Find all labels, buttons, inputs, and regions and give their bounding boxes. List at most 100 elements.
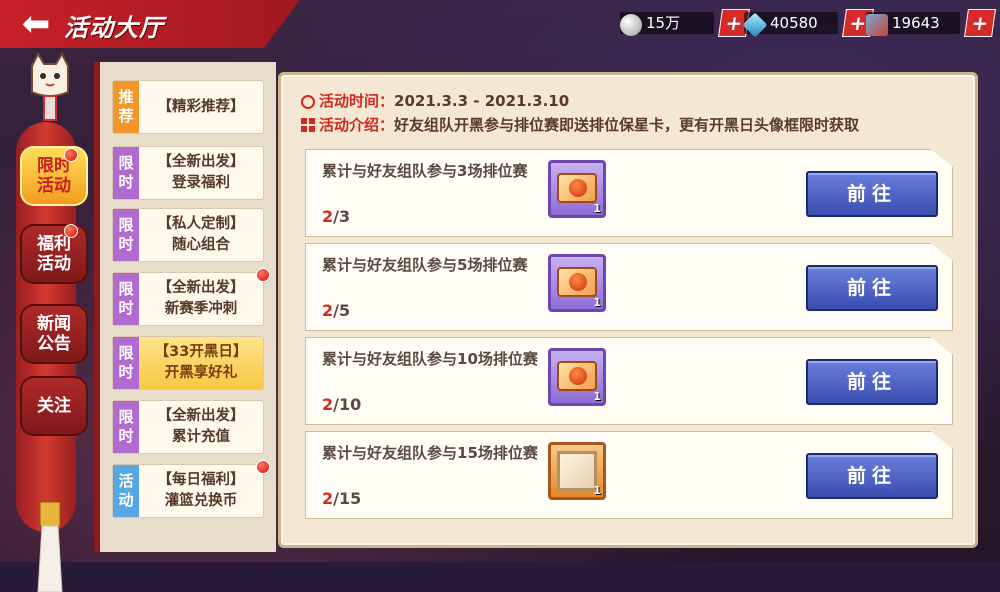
item-subtitle: 灌篮兑换币 bbox=[164, 493, 238, 509]
tag-text: 活动 bbox=[118, 472, 134, 509]
progress-current: 2 bbox=[322, 207, 334, 226]
task-card: 累计与好友组队参与15场排位赛 2/15 1 前往 bbox=[305, 431, 953, 519]
task-card: 累计与好友组队参与5场排位赛 2/5 1 前往 bbox=[305, 243, 953, 331]
star-card-icon bbox=[557, 173, 597, 203]
reward-slot[interactable]: 1 bbox=[548, 160, 606, 218]
item-title: 【全新出发】 bbox=[157, 408, 245, 424]
add-ticket-button[interactable]: + bbox=[964, 9, 996, 37]
task-description: 累计与好友组队参与15场排位赛 bbox=[322, 444, 538, 462]
tassel-icon bbox=[37, 502, 63, 592]
list-item[interactable]: 限时 【私人定制】 随心组合 bbox=[112, 208, 264, 262]
avatar-frame-icon bbox=[557, 451, 597, 491]
item-title: 【33开黑日】 bbox=[154, 344, 248, 360]
item-subtitle: 开黑享好礼 bbox=[164, 365, 238, 381]
tab-label: 限时活动 bbox=[37, 156, 71, 196]
go-button[interactable]: 前往 bbox=[806, 171, 938, 217]
item-subtitle: 随心组合 bbox=[172, 237, 230, 253]
tag-text: 限时 bbox=[118, 280, 134, 317]
tab-welfare-activity[interactable]: 福利活动 bbox=[20, 224, 88, 284]
task-progress: 2/3 bbox=[322, 207, 350, 226]
intro-label: 活动介绍： bbox=[319, 116, 395, 134]
go-button[interactable]: 前往 bbox=[806, 453, 938, 499]
tab-label: 福利活动 bbox=[37, 234, 71, 274]
tab-news[interactable]: 新闻公告 bbox=[20, 304, 88, 364]
tab-label: 新闻公告 bbox=[37, 314, 71, 354]
tag-badge: 限时 bbox=[113, 401, 139, 453]
tab-label: 关注 bbox=[37, 396, 71, 416]
reward-quantity: 1 bbox=[593, 390, 601, 403]
tag-badge: 活动 bbox=[113, 465, 139, 517]
time-label: 活动时间： bbox=[319, 92, 395, 110]
task-progress: 2/10 bbox=[322, 395, 361, 414]
coin-icon bbox=[620, 14, 642, 36]
list-item[interactable]: 限时 【全新出发】 登录福利 bbox=[112, 146, 264, 200]
activity-time: 活动时间：2021.3.3 - 2021.3.10 bbox=[301, 89, 859, 113]
item-title: 【每日福利】 bbox=[157, 472, 245, 488]
go-button[interactable]: 前往 bbox=[806, 265, 938, 311]
tag-text: 推荐 bbox=[118, 88, 134, 125]
activity-list: 推荐 【精彩推荐】 限时 【全新出发】 登录福利 限时 【私人定制】 随心组合 限时… bbox=[94, 62, 276, 552]
task-progress: 2/5 bbox=[322, 301, 350, 320]
red-dot-icon bbox=[256, 460, 270, 474]
reward-quantity: 1 bbox=[593, 202, 601, 215]
diamond-resource: 40580 + bbox=[742, 9, 874, 38]
intro-value: 好友组队开黑参与排位赛即送排位保星卡，更有开黑日头像框限时获取 bbox=[394, 116, 860, 134]
side-nav: 限时活动 福利活动 新闻公告 关注 bbox=[8, 52, 88, 592]
coin-resource: 15万 + bbox=[620, 9, 750, 37]
item-subtitle: 登录福利 bbox=[172, 175, 230, 191]
progress-total: /5 bbox=[333, 301, 351, 320]
progress-total: /10 bbox=[333, 395, 362, 414]
task-description: 累计与好友组队参与5场排位赛 bbox=[322, 256, 528, 274]
item-title: 【全新出发】 bbox=[157, 280, 245, 296]
grid-icon bbox=[301, 118, 315, 132]
list-item[interactable]: 限时 【全新出发】 累计充值 bbox=[112, 400, 264, 454]
task-card: 累计与好友组队参与3场排位赛 2/3 1 前往 bbox=[305, 149, 953, 237]
tab-follow[interactable]: 关注 bbox=[20, 376, 88, 436]
star-card-icon bbox=[557, 361, 597, 391]
red-dot-icon bbox=[256, 268, 270, 282]
tag-badge: 限时 bbox=[113, 337, 139, 389]
lucky-cat-icon bbox=[31, 52, 69, 121]
go-button[interactable]: 前往 bbox=[806, 359, 938, 405]
back-arrow-icon: ⬅ bbox=[21, 4, 51, 44]
page-title: 活动大厅 bbox=[64, 14, 164, 42]
progress-current: 2 bbox=[322, 395, 334, 414]
star-card-icon bbox=[557, 267, 597, 297]
reward-quantity: 1 bbox=[593, 484, 601, 497]
tag-text: 限时 bbox=[118, 408, 134, 445]
list-item[interactable]: 限时 【全新出发】 新赛季冲刺 bbox=[112, 272, 264, 326]
list-item[interactable]: 推荐 【精彩推荐】 bbox=[112, 80, 264, 134]
progress-total: /15 bbox=[333, 489, 362, 508]
progress-current: 2 bbox=[322, 301, 334, 320]
item-subtitle: 累计充值 bbox=[172, 429, 230, 445]
ticket-icon bbox=[866, 14, 888, 36]
item-title: 【全新出发】 bbox=[157, 154, 245, 170]
tag-badge: 限时 bbox=[113, 147, 139, 199]
clock-icon bbox=[301, 95, 315, 109]
red-dot-icon bbox=[64, 148, 78, 162]
activity-detail-panel: 活动时间：2021.3.3 - 2021.3.10 活动介绍：好友组队开黑参与排… bbox=[278, 72, 978, 548]
reward-slot[interactable]: 1 bbox=[548, 254, 606, 312]
reward-quantity: 1 bbox=[593, 296, 601, 309]
ticket-resource: 19643 + bbox=[866, 9, 996, 37]
time-value: 2021.3.3 - 2021.3.10 bbox=[394, 92, 570, 110]
top-bar: ⬅ 活动大厅 15万 + 40580 + 19643 + bbox=[0, 0, 1000, 50]
activity-info: 活动时间：2021.3.3 - 2021.3.10 活动介绍：好友组队开黑参与排… bbox=[301, 89, 859, 137]
tag-text: 限时 bbox=[118, 344, 134, 381]
task-description: 累计与好友组队参与3场排位赛 bbox=[322, 162, 528, 180]
tag-badge: 推荐 bbox=[113, 81, 139, 133]
tag-badge: 限时 bbox=[113, 209, 139, 261]
progress-total: /3 bbox=[333, 207, 351, 226]
task-progress: 2/15 bbox=[322, 489, 361, 508]
list-item-selected[interactable]: 限时 【33开黑日】 开黑享好礼 bbox=[112, 336, 264, 390]
tag-text: 限时 bbox=[118, 216, 134, 253]
tag-badge: 限时 bbox=[113, 273, 139, 325]
back-button[interactable]: ⬅ bbox=[14, 6, 58, 42]
item-title: 【精彩推荐】 bbox=[157, 98, 245, 115]
item-subtitle: 新赛季冲刺 bbox=[164, 301, 238, 317]
reward-slot[interactable]: 1 bbox=[548, 348, 606, 406]
list-item[interactable]: 活动 【每日福利】 灌篮兑换币 bbox=[112, 464, 264, 518]
red-dot-icon bbox=[64, 224, 78, 238]
progress-current: 2 bbox=[322, 489, 334, 508]
reward-slot[interactable]: 1 bbox=[548, 442, 606, 500]
